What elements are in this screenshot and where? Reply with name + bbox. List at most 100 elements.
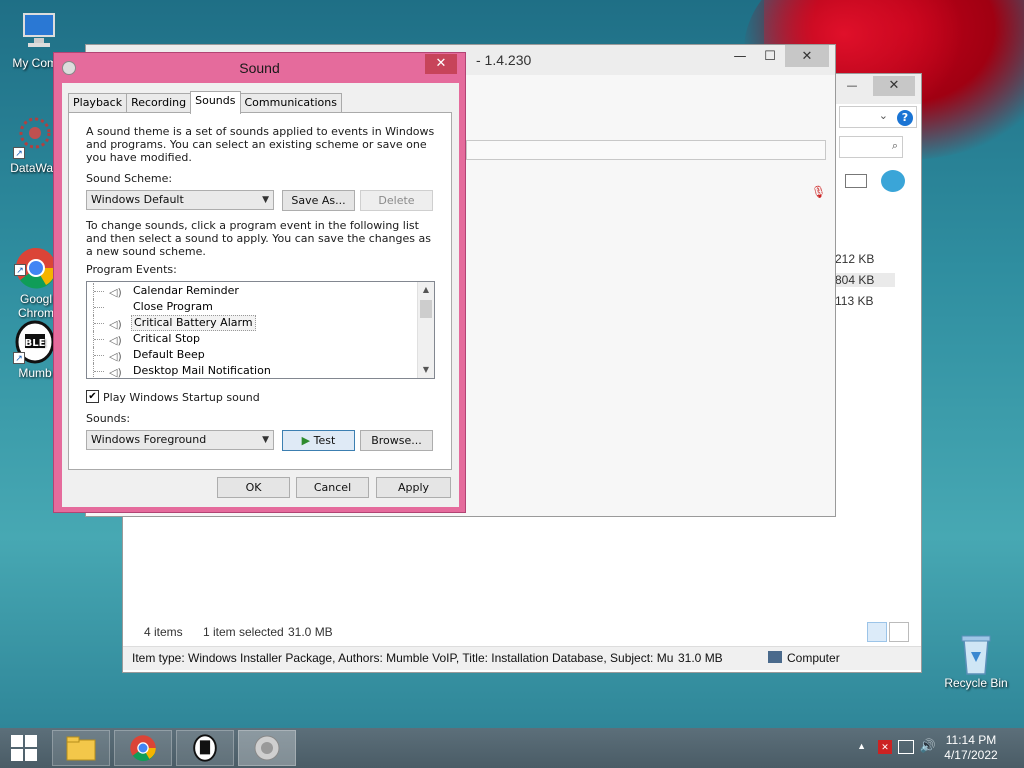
selected-count: 1 item selected	[203, 625, 284, 639]
preview-pane-icon[interactable]	[845, 174, 867, 188]
event-label: Critical Stop	[133, 332, 200, 345]
event-label: Default Beep	[133, 348, 205, 361]
shell-icon[interactable]	[881, 170, 905, 192]
tab-strip: Playback Recording Sounds Communications	[68, 91, 342, 114]
minimize-button[interactable]: —	[725, 45, 755, 67]
close-button[interactable]: ✕	[785, 45, 829, 67]
explorer-search-box[interactable]: ⌕	[839, 136, 903, 158]
tab-sounds[interactable]: Sounds	[190, 91, 241, 114]
selected-size: 31.0 MB	[288, 625, 333, 639]
close-button[interactable]: ✕	[425, 54, 457, 74]
chevron-down-icon: ▼	[262, 435, 269, 445]
shortcut-arrow-icon: ↗	[14, 264, 26, 276]
search-icon: ⌕	[891, 139, 898, 152]
speaker-icon	[254, 735, 280, 761]
event-label-selected: Critical Battery Alarm	[131, 315, 256, 331]
taskbar-mumble[interactable]	[176, 730, 234, 766]
dialog-title: Sound	[239, 60, 280, 76]
maximize-button[interactable]: ☐	[755, 45, 785, 67]
event-label: Close Program	[133, 300, 213, 313]
delete-button[interactable]: Delete	[360, 190, 433, 211]
start-button[interactable]	[0, 728, 48, 768]
browse-button[interactable]: Browse...	[360, 430, 433, 451]
tree-line	[93, 299, 107, 315]
scroll-thumb[interactable]	[420, 300, 432, 318]
mumble-icon	[193, 734, 217, 762]
show-hidden-icons-icon[interactable]: ▲	[857, 741, 866, 751]
details-size: 31.0 MB	[678, 651, 723, 665]
save-as-button[interactable]: Save As...	[282, 190, 355, 211]
recycle-bin-icon	[954, 630, 998, 675]
minimize-button[interactable]: —	[837, 76, 867, 96]
scheme-label: Sound Scheme:	[86, 172, 173, 185]
chevron-down-icon: ▼	[262, 195, 269, 205]
program-events-list[interactable]: ◁) Calendar Reminder Close Program ◁) Cr…	[86, 281, 435, 379]
large-icons-view-button[interactable]	[889, 622, 909, 642]
volume-icon[interactable]: 🔊	[920, 738, 936, 754]
help-icon[interactable]: ?	[897, 110, 913, 126]
microphone-muted-icon: 🎙	[811, 185, 827, 199]
sounds-value: Windows Foreground	[91, 433, 207, 446]
chrome-icon	[130, 735, 156, 762]
list-item[interactable]: ◁) Default Beep	[87, 347, 415, 363]
dialog-client: Playback Recording Sounds Communications…	[62, 83, 459, 507]
windows-logo-icon	[11, 735, 37, 761]
shortcut-arrow-icon: ↗	[13, 352, 25, 364]
installer-title: - 1.4.230	[476, 52, 532, 68]
tree-line	[93, 331, 107, 347]
sounds-panel: A sound theme is a set of sounds applied…	[68, 112, 452, 470]
event-label: Calendar Reminder	[133, 284, 239, 297]
program-events-label: Program Events:	[86, 263, 177, 276]
taskbar-chrome[interactable]	[114, 730, 172, 766]
shortcut-arrow-icon: ↗	[13, 147, 25, 159]
test-label: Test	[313, 434, 336, 447]
sound-scheme-select[interactable]: Windows Default ▼	[86, 190, 274, 210]
startup-sound-checkbox[interactable]: ✔	[86, 390, 99, 403]
tree-line	[93, 315, 107, 331]
clock-time: 11:14 PM	[945, 733, 997, 747]
status-bar: 4 items 1 item selected 31.0 MB	[123, 620, 921, 644]
sounds-label: Sounds:	[86, 412, 131, 425]
network-icon[interactable]	[898, 740, 914, 754]
details-view-button[interactable]	[867, 622, 887, 642]
list-item[interactable]: Close Program	[87, 299, 415, 315]
close-button[interactable]: ✕	[873, 76, 915, 96]
apply-button[interactable]: Apply	[376, 477, 451, 498]
clock[interactable]: 11:14 PM 4/17/2022	[936, 733, 1006, 763]
details-location: Computer	[787, 651, 840, 665]
cancel-button[interactable]: Cancel	[296, 477, 369, 498]
datawag-icon: ↗	[13, 115, 57, 159]
sounds-select[interactable]: Windows Foreground ▼	[86, 430, 274, 450]
change-sounds-description: To change sounds, click a program event …	[86, 219, 431, 258]
startup-sound-label: Play Windows Startup sound	[103, 391, 260, 404]
sound-scheme-value: Windows Default	[91, 193, 184, 206]
event-label: Desktop Mail Notification	[133, 364, 271, 377]
events-scrollbar[interactable]: ▲ ▼	[417, 282, 434, 378]
list-item[interactable]: ◁) Critical Stop	[87, 331, 415, 347]
svg-text:BLE: BLE	[25, 338, 46, 349]
tab-recording[interactable]: Recording	[126, 93, 192, 113]
list-item[interactable]: ◁) Critical Battery Alarm	[87, 315, 415, 331]
computer-icon	[16, 10, 60, 54]
computer-small-icon	[768, 651, 782, 663]
installer-path-field	[466, 140, 826, 160]
play-icon: ▶	[301, 434, 311, 447]
ok-button[interactable]: OK	[217, 477, 290, 498]
list-item[interactable]: ◁) Desktop Mail Notification	[87, 363, 415, 378]
tree-line	[93, 347, 107, 363]
taskbar-sound[interactable]	[238, 730, 296, 766]
taskbar-file-explorer[interactable]	[52, 730, 110, 766]
file-size: 804 KB	[835, 273, 895, 287]
desktop-icon-recycle-bin[interactable]: Recycle Bin	[940, 630, 1012, 690]
details-bar: Item type: Windows Installer Package, Au…	[123, 646, 921, 670]
desktop-icon-label: Recycle Bin	[944, 676, 1008, 690]
test-button[interactable]: ▶ Test	[282, 430, 355, 451]
list-item[interactable]: ◁) Calendar Reminder	[87, 283, 415, 299]
tab-playback[interactable]: Playback	[68, 93, 128, 113]
action-center-flag-icon[interactable]: ✕	[878, 740, 892, 754]
scroll-up-icon[interactable]: ▲	[418, 282, 434, 298]
scroll-down-icon[interactable]: ▼	[418, 362, 434, 378]
dialog-titlebar: Sound ✕	[54, 53, 465, 83]
tree-line	[93, 363, 107, 378]
tab-communications[interactable]: Communications	[239, 93, 342, 113]
